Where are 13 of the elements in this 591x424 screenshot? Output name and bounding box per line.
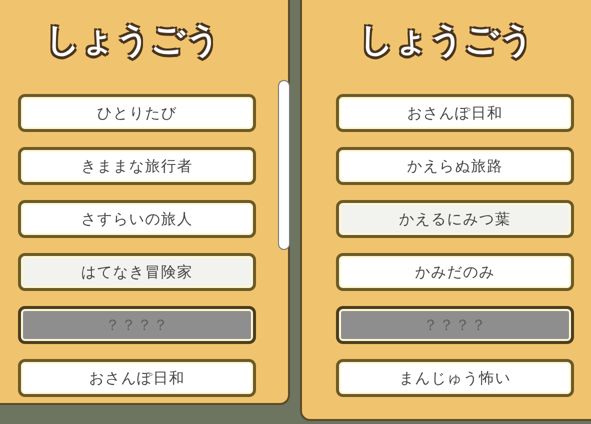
scrollbar[interactable] — [278, 80, 290, 250]
title-button[interactable]: きままな旅行者 — [18, 147, 256, 185]
title-button[interactable]: まんじゅう怖い — [336, 359, 574, 397]
title-button[interactable]: おさんぽ日和 — [336, 94, 574, 132]
title-button[interactable]: かみだのみ — [336, 253, 574, 291]
title-button[interactable]: かえるにみつ葉 — [336, 200, 574, 238]
panel-title: しょうごう — [46, 19, 220, 62]
title-button[interactable]: おさんぽ日和 — [18, 359, 256, 397]
title-button[interactable]: さすらいの旅人 — [18, 200, 256, 238]
title-button[interactable]: ひとりたび — [18, 94, 256, 132]
panel-title: しょうごう — [359, 19, 534, 62]
title-button[interactable]: はてなき冒険家 — [18, 253, 256, 291]
title-button[interactable]: かえらぬ旅路 — [336, 147, 574, 185]
